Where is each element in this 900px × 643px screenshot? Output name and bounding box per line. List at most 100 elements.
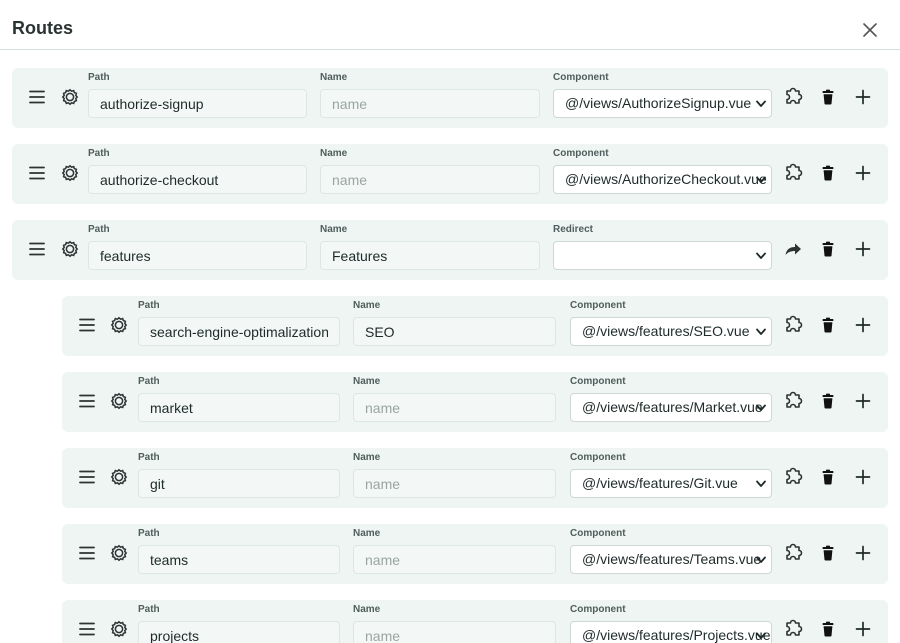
plus-icon[interactable] xyxy=(853,543,873,563)
drag-handle-icon[interactable] xyxy=(28,164,46,182)
path-field: Path xyxy=(88,148,307,194)
trash-icon[interactable] xyxy=(818,87,838,107)
path-field: Path xyxy=(138,452,340,498)
path-label: Path xyxy=(138,452,160,463)
name-input[interactable] xyxy=(320,241,540,270)
redirect-label: Redirect xyxy=(553,224,594,235)
name-input[interactable] xyxy=(320,165,540,194)
plus-icon[interactable] xyxy=(853,87,873,107)
path-field: Path xyxy=(138,604,340,643)
path-input[interactable] xyxy=(138,621,340,643)
close-icon[interactable] xyxy=(860,20,880,40)
name-label: Name xyxy=(353,604,381,615)
path-label: Path xyxy=(88,148,110,159)
drag-handle-icon[interactable] xyxy=(28,88,46,106)
path-input[interactable] xyxy=(88,241,307,270)
puzzle-icon[interactable] xyxy=(783,87,803,107)
plus-icon[interactable] xyxy=(853,619,873,639)
trash-icon[interactable] xyxy=(818,467,838,487)
name-field: Name xyxy=(320,224,540,270)
trash-icon[interactable] xyxy=(818,543,838,563)
path-input[interactable] xyxy=(138,393,340,422)
drag-handle-icon[interactable] xyxy=(78,620,96,638)
drag-handle-icon[interactable] xyxy=(28,240,46,258)
component-label: Component xyxy=(553,72,609,83)
gear-icon[interactable] xyxy=(110,392,128,410)
path-input[interactable] xyxy=(138,469,340,498)
drag-handle-icon[interactable] xyxy=(78,316,96,334)
path-input[interactable] xyxy=(138,317,340,346)
gear-icon[interactable] xyxy=(61,240,79,258)
name-input[interactable] xyxy=(353,621,556,643)
component-select[interactable]: @/views/AuthorizeCheckout.vue xyxy=(553,165,772,194)
name-field: Name xyxy=(353,300,556,346)
name-field: Name xyxy=(353,528,556,574)
component-label: Component xyxy=(570,452,626,463)
component-select[interactable]: @/views/features/Projects.vue xyxy=(570,621,772,643)
name-input[interactable] xyxy=(353,317,556,346)
drag-handle-icon[interactable] xyxy=(78,468,96,486)
name-input[interactable] xyxy=(320,89,540,118)
component-select[interactable]: @/views/features/Teams.vue xyxy=(570,545,772,574)
gear-icon[interactable] xyxy=(110,468,128,486)
component-select[interactable]: @/views/features/Git.vue xyxy=(570,469,772,498)
routes-list: Path Name Component @/views/AuthorizeSignup… xyxy=(0,50,900,643)
name-label: Name xyxy=(353,376,381,387)
path-field: Path xyxy=(88,224,307,270)
path-label: Path xyxy=(138,376,160,387)
name-field: Name xyxy=(353,452,556,498)
component-select[interactable]: @/views/features/SEO.vue xyxy=(570,317,772,346)
redirect-arrow-icon[interactable] xyxy=(783,239,803,259)
gear-icon[interactable] xyxy=(110,316,128,334)
plus-icon[interactable] xyxy=(853,315,873,335)
route-row: Path Name Component @/views/features/Market… xyxy=(62,372,888,432)
name-input[interactable] xyxy=(353,545,556,574)
puzzle-icon[interactable] xyxy=(783,467,803,487)
gear-icon[interactable] xyxy=(110,544,128,562)
component-field: Component @/views/AuthorizeCheckout.vue xyxy=(553,148,772,194)
plus-icon[interactable] xyxy=(853,163,873,183)
path-input[interactable] xyxy=(88,165,307,194)
gear-icon[interactable] xyxy=(110,620,128,638)
puzzle-icon[interactable] xyxy=(783,619,803,639)
trash-icon[interactable] xyxy=(818,619,838,639)
name-input[interactable] xyxy=(353,393,556,422)
path-input[interactable] xyxy=(138,545,340,574)
path-field: Path xyxy=(138,376,340,422)
name-input[interactable] xyxy=(353,469,556,498)
trash-icon[interactable] xyxy=(818,163,838,183)
plus-icon[interactable] xyxy=(853,391,873,411)
plus-icon[interactable] xyxy=(853,239,873,259)
component-label: Component xyxy=(570,376,626,387)
name-label: Name xyxy=(353,300,381,311)
gear-icon[interactable] xyxy=(61,88,79,106)
puzzle-icon[interactable] xyxy=(783,391,803,411)
route-row: Path Name Component @/views/features/Teams.… xyxy=(62,524,888,584)
name-field: Name xyxy=(320,148,540,194)
name-label: Name xyxy=(320,148,348,159)
route-row: Path Name Component @/views/features/Projec… xyxy=(62,600,888,643)
trash-icon[interactable] xyxy=(818,391,838,411)
name-field: Name xyxy=(320,72,540,118)
puzzle-icon[interactable] xyxy=(783,163,803,183)
path-input[interactable] xyxy=(88,89,307,118)
puzzle-icon[interactable] xyxy=(783,543,803,563)
gear-icon[interactable] xyxy=(61,164,79,182)
route-row: Path Name Component @/views/features/Git.vu… xyxy=(62,448,888,508)
component-select[interactable]: @/views/features/Market.vue xyxy=(570,393,772,422)
component-field: Component @/views/features/Teams.vue xyxy=(570,528,772,574)
puzzle-icon[interactable] xyxy=(783,315,803,335)
redirect-select[interactable] xyxy=(553,241,772,270)
trash-icon[interactable] xyxy=(818,315,838,335)
path-field: Path xyxy=(88,72,307,118)
component-select[interactable]: @/views/AuthorizeSignup.vue xyxy=(553,89,772,118)
path-label: Path xyxy=(138,604,160,615)
plus-icon[interactable] xyxy=(853,467,873,487)
path-label: Path xyxy=(88,72,110,83)
trash-icon[interactable] xyxy=(818,239,838,259)
component-field: Component @/views/AuthorizeSignup.vue xyxy=(553,72,772,118)
drag-handle-icon[interactable] xyxy=(78,392,96,410)
name-label: Name xyxy=(353,452,381,463)
drag-handle-icon[interactable] xyxy=(78,544,96,562)
component-field: Component @/views/features/SEO.vue xyxy=(570,300,772,346)
